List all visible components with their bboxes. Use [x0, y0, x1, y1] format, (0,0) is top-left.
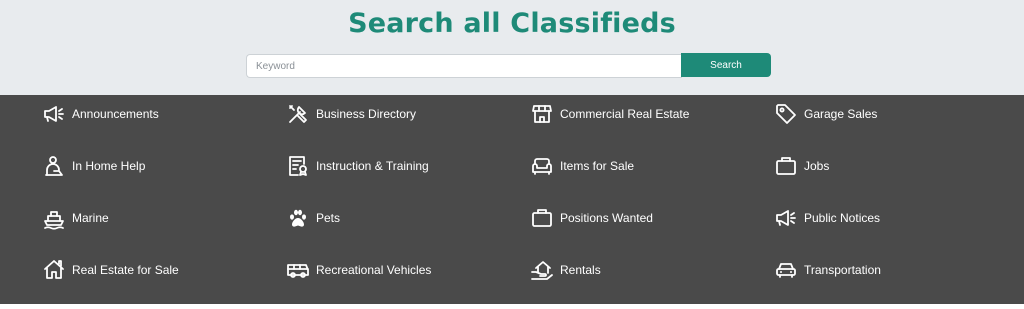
storefront-icon [532, 105, 552, 123]
caregiver-icon [45, 156, 63, 176]
category-label: Commercial Real Estate [560, 107, 690, 121]
certificate-icon [289, 156, 307, 176]
page-title: Search all Classifieds [348, 8, 676, 39]
category-business-directory[interactable]: Business Directory [286, 101, 416, 127]
category-rentals[interactable]: Rentals [530, 257, 601, 283]
category-label: Positions Wanted [560, 211, 653, 225]
category-label: Items for Sale [560, 159, 635, 173]
category-recreational-vehicles[interactable]: Recreational Vehicles [286, 257, 431, 283]
category-transportation[interactable]: Transportation [774, 257, 881, 283]
tag-icon [776, 104, 796, 124]
search-header: Search all Classifieds Search [0, 0, 1024, 95]
category-label: Transportation [804, 263, 881, 277]
category-label: Pets [316, 211, 341, 225]
category-label: Jobs [804, 159, 830, 173]
category-items-for-sale[interactable]: Items for Sale [530, 153, 634, 179]
keyword-search-input[interactable] [246, 54, 682, 78]
briefcase-icon [532, 209, 552, 227]
category-label: Business Directory [316, 107, 417, 121]
category-label: Recreational Vehicles [316, 263, 432, 277]
car-icon [776, 263, 796, 278]
category-garage-sales[interactable]: Garage Sales [774, 101, 877, 127]
category-public-notices[interactable]: Public Notices [774, 205, 880, 231]
megaphone-icon [44, 106, 64, 122]
ship-icon [44, 211, 64, 230]
category-real-estate-for-sale[interactable]: Real Estate for Sale [42, 257, 179, 283]
category-label: Public Notices [804, 211, 881, 225]
van-icon [287, 264, 309, 278]
category-positions-wanted[interactable]: Positions Wanted [530, 205, 653, 231]
category-grid: Announcements Business Directory Commerc… [0, 95, 1024, 304]
category-jobs[interactable]: Jobs [774, 153, 829, 179]
megaphone-icon [776, 210, 796, 226]
house-hand-icon [531, 261, 553, 280]
couch-icon [532, 158, 552, 175]
tools-icon [289, 105, 307, 123]
paw-icon [290, 209, 306, 227]
category-label: Announcements [72, 107, 159, 121]
category-label: Rentals [560, 263, 601, 277]
briefcase-icon [776, 157, 796, 175]
category-label: In Home Help [72, 159, 146, 173]
category-commercial-real-estate[interactable]: Commercial Real Estate [530, 101, 689, 127]
category-label: Instruction & Training [316, 159, 429, 173]
category-label: Real Estate for Sale [72, 263, 179, 277]
category-pets[interactable]: Pets [286, 205, 340, 231]
house-icon [44, 260, 64, 279]
category-instruction-training[interactable]: Instruction & Training [286, 153, 429, 179]
category-announcements[interactable]: Announcements [42, 101, 159, 127]
search-button[interactable]: Search [681, 53, 771, 77]
category-marine[interactable]: Marine [42, 205, 109, 231]
category-label: Garage Sales [804, 107, 878, 121]
category-label: Marine [72, 211, 109, 225]
category-in-home-help[interactable]: In Home Help [42, 153, 145, 179]
